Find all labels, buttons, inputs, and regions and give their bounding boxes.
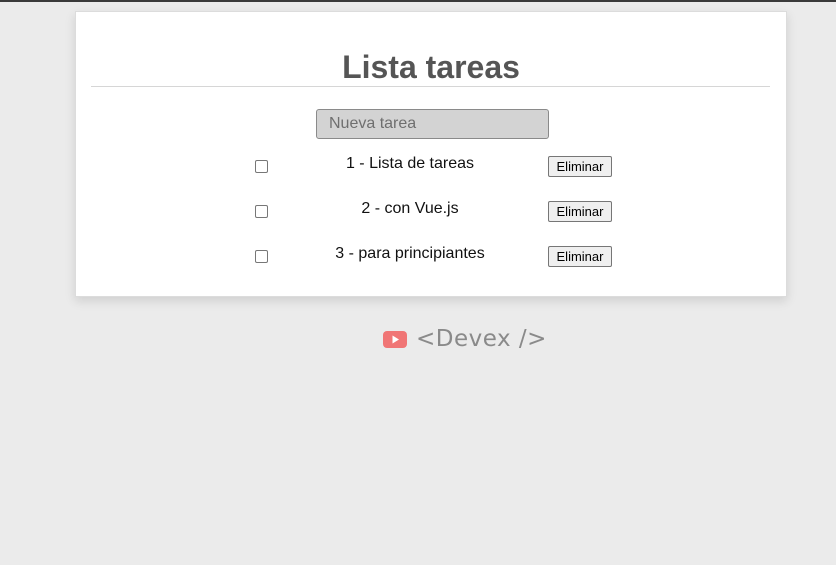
brand-text: <Devex /> <box>416 326 547 352</box>
delete-button[interactable]: Eliminar <box>548 156 612 177</box>
task-row: 2 - con Vue.js Eliminar <box>76 198 786 228</box>
youtube-icon <box>383 330 407 348</box>
title-divider <box>91 86 770 87</box>
task-row: 1 - Lista de tareas Eliminar <box>76 153 786 183</box>
task-text: 1 - Lista de tareas <box>345 155 475 172</box>
delete-button[interactable]: Eliminar <box>548 201 612 222</box>
task-row: 3 - para principiantes Eliminar <box>76 243 786 273</box>
task-checkbox[interactable] <box>255 160 268 173</box>
top-border <box>0 0 836 2</box>
todo-card: Lista tareas 1 - Lista de tareas Elimina… <box>75 11 787 297</box>
task-text: 2 - con Vue.js <box>361 200 459 217</box>
task-checkbox[interactable] <box>255 205 268 218</box>
page-title: Lista tareas <box>342 49 520 85</box>
task-text: 3 - para principiantes <box>335 245 485 262</box>
new-task-input[interactable] <box>316 109 549 139</box>
task-checkbox[interactable] <box>255 250 268 263</box>
footer-brand[interactable]: <Devex /> <box>383 325 547 353</box>
delete-button[interactable]: Eliminar <box>548 246 612 267</box>
